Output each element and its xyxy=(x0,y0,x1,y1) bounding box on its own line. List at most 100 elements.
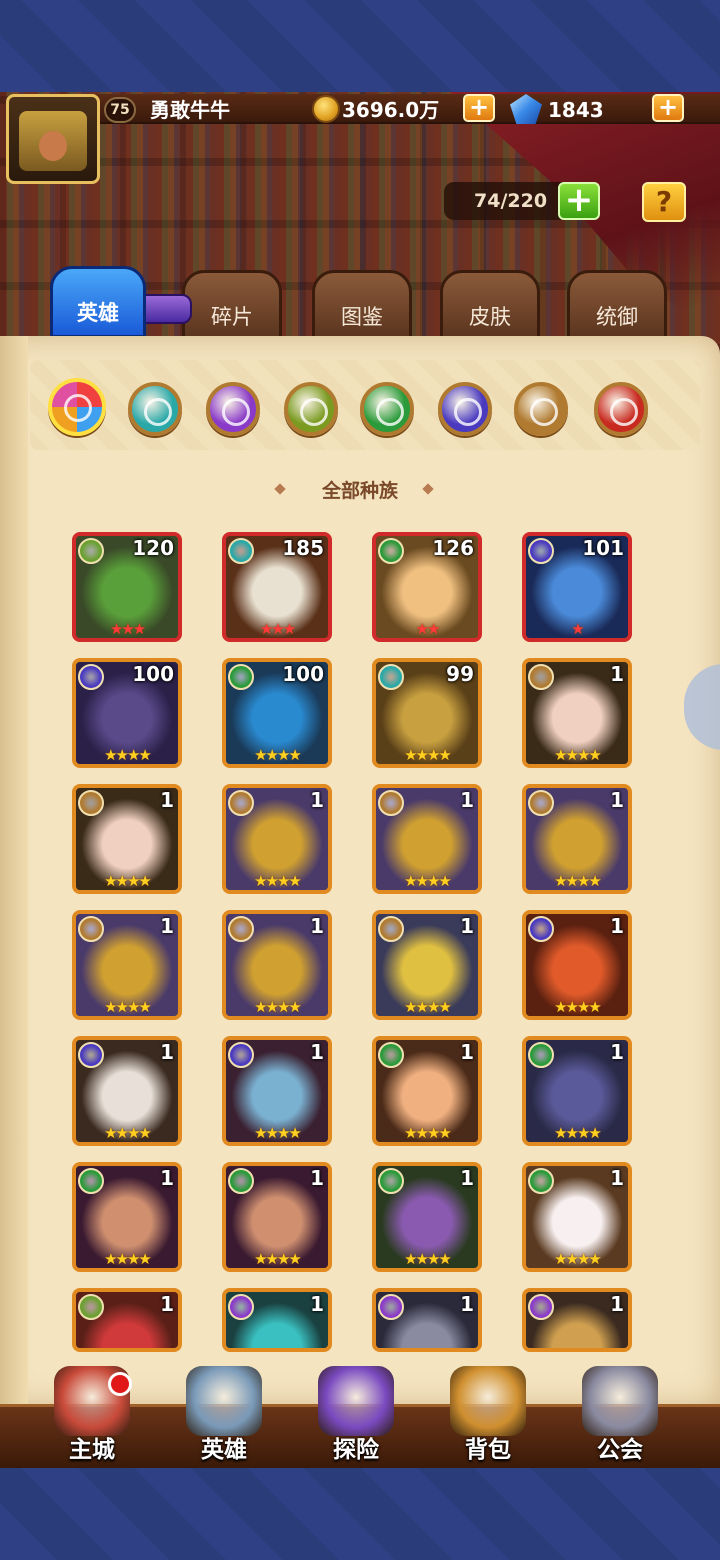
nav-label: 公会 xyxy=(597,1437,643,1463)
tab-codex[interactable]: 图鉴 xyxy=(312,270,412,342)
nav-label: 英雄 xyxy=(201,1437,247,1463)
hero-card[interactable]: 1 ★★★★ xyxy=(222,1036,332,1146)
hero-card[interactable]: 1 ★★★★ xyxy=(72,910,182,1020)
expand-capacity-button[interactable]: + xyxy=(558,182,600,220)
player-avatar[interactable] xyxy=(6,94,100,184)
red-race-icon[interactable] xyxy=(594,382,648,436)
hero-level: 1 xyxy=(460,1166,474,1190)
tab-heroes[interactable]: 英雄 xyxy=(50,266,146,338)
hero-card[interactable]: 1 ★★★★ xyxy=(72,1036,182,1146)
hero-card[interactable]: 1 xyxy=(72,1288,182,1352)
race-badge-icon xyxy=(528,790,554,816)
olive-race-icon[interactable] xyxy=(284,382,338,436)
hero-stars: ★ xyxy=(571,620,584,638)
hero-card[interactable]: 100 ★★★★ xyxy=(222,658,332,768)
hero-stars: ★★★★ xyxy=(254,1124,302,1142)
hero-card[interactable]: 1 ★★★★ xyxy=(522,658,632,768)
hero-card[interactable]: 101 ★ xyxy=(522,532,632,642)
race-badge-icon xyxy=(78,790,104,816)
add-gold-button[interactable]: + xyxy=(463,94,495,122)
nav-castle[interactable]: 主城 xyxy=(32,1366,152,1466)
hero-stars: ★★★★ xyxy=(104,872,152,890)
hero-level: 1 xyxy=(160,1292,174,1316)
race-badge-icon xyxy=(378,916,404,942)
hero-level: 100 xyxy=(282,662,324,686)
hero-level: 1 xyxy=(610,1292,624,1316)
hero-card[interactable]: 1 ★★★★ xyxy=(522,1036,632,1146)
hero-card[interactable]: 100 ★★★★ xyxy=(72,658,182,768)
race-badge-icon xyxy=(528,1168,554,1194)
portal-icon xyxy=(318,1366,394,1436)
hero-stars: ★★★★ xyxy=(554,872,602,890)
hero-stars: ★★★★ xyxy=(254,998,302,1016)
nav-backpack[interactable]: 背包 xyxy=(428,1366,548,1466)
indigo-race-icon[interactable] xyxy=(438,382,492,436)
hero-level: 1 xyxy=(610,1040,624,1064)
hero-stars: ★★★★ xyxy=(404,872,452,890)
hero-level: 1 xyxy=(460,788,474,812)
gem-amount: 1843 xyxy=(548,98,604,122)
race-badge-icon xyxy=(378,664,404,690)
race-badge-icon xyxy=(228,790,254,816)
tab-fragments[interactable]: 碎片 xyxy=(182,270,282,342)
hero-level: 1 xyxy=(160,914,174,938)
hero-stars: ★★★★ xyxy=(554,1250,602,1268)
green-race-icon[interactable] xyxy=(360,382,414,436)
purple-race-icon[interactable] xyxy=(206,382,260,436)
tab-skins[interactable]: 皮肤 xyxy=(440,270,540,342)
race-badge-icon xyxy=(78,1294,104,1320)
hero-level: 1 xyxy=(610,914,624,938)
hero-card[interactable]: 1 ★★★★ xyxy=(522,910,632,1020)
race-badge-icon xyxy=(228,916,254,942)
add-gems-button[interactable]: + xyxy=(652,94,684,122)
hero-card[interactable]: 1 ★★★★ xyxy=(372,784,482,894)
race-badge-icon xyxy=(78,538,104,564)
hero-card[interactable]: 1 ★★★★ xyxy=(72,1162,182,1272)
cyan-race-icon[interactable] xyxy=(128,382,182,436)
nav-guild-tower[interactable]: 公会 xyxy=(560,1366,680,1466)
hero-level: 1 xyxy=(160,1166,174,1190)
hero-stars: ★★★★ xyxy=(254,872,302,890)
guild-tower-icon xyxy=(582,1366,658,1436)
hero-level: 1 xyxy=(160,788,174,812)
race-badge-icon xyxy=(228,1168,254,1194)
tab-command[interactable]: 统御 xyxy=(567,270,667,342)
hero-level: 1 xyxy=(310,788,324,812)
hero-stars: ★★★★ xyxy=(554,1124,602,1142)
race-badge-icon xyxy=(378,790,404,816)
nav-hero-portrait[interactable]: 英雄 xyxy=(164,1366,284,1466)
hero-card[interactable]: 1 ★★★★ xyxy=(222,910,332,1020)
notification-dot xyxy=(108,1372,132,1396)
hero-card[interactable]: 120 ★★★ xyxy=(72,532,182,642)
hero-card[interactable]: 1 ★★★★ xyxy=(372,1036,482,1146)
hero-card[interactable]: 1 ★★★★ xyxy=(372,910,482,1020)
gold-coin-icon xyxy=(312,95,340,123)
hero-card[interactable]: 1 ★★★★ xyxy=(522,784,632,894)
nav-label: 背包 xyxy=(465,1437,511,1463)
hero-level: 99 xyxy=(446,662,474,686)
hero-level: 1 xyxy=(460,914,474,938)
hero-stars: ★★★★ xyxy=(104,1250,152,1268)
book-binding xyxy=(0,336,28,1406)
help-button[interactable]: ? xyxy=(642,182,686,222)
hero-card[interactable]: 1 ★★★★ xyxy=(222,784,332,894)
hero-card[interactable]: 1 ★★★★ xyxy=(72,784,182,894)
hero-card[interactable]: 185 ★★★ xyxy=(222,532,332,642)
nav-portal[interactable]: 探险 xyxy=(296,1366,416,1466)
hero-card[interactable]: 1 ★★★★ xyxy=(522,1162,632,1272)
hero-card[interactable]: 99 ★★★★ xyxy=(372,658,482,768)
hero-stars: ★★★★ xyxy=(404,1250,452,1268)
hero-level: 185 xyxy=(282,536,324,560)
all-races-icon[interactable] xyxy=(48,378,106,436)
top-frame xyxy=(0,0,720,92)
brown-race-icon[interactable] xyxy=(514,382,568,436)
hero-card[interactable]: 1 xyxy=(222,1288,332,1352)
hero-level: 120 xyxy=(132,536,174,560)
hero-card[interactable]: 1 xyxy=(522,1288,632,1352)
race-badge-icon xyxy=(228,1042,254,1068)
hero-card[interactable]: 1 ★★★★ xyxy=(222,1162,332,1272)
hero-level: 1 xyxy=(610,662,624,686)
hero-card[interactable]: 126 ★★ xyxy=(372,532,482,642)
hero-card[interactable]: 1 ★★★★ xyxy=(372,1162,482,1272)
hero-card[interactable]: 1 xyxy=(372,1288,482,1352)
